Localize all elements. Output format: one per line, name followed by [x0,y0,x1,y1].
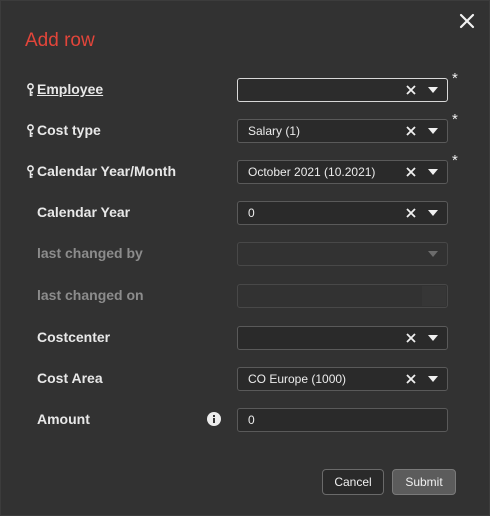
clear-x-icon[interactable] [405,373,417,385]
calendar-year-month-value: October 2021 (10.2021) [248,165,376,179]
cost-area-row: Cost Area CO Europe (1000) [1,367,489,391]
key-icon [27,165,34,178]
amount-value: 0 [248,413,255,427]
add-row-dialog: Add row Employee * Cost type Salary (1) … [0,0,490,516]
close-icon[interactable] [456,10,478,32]
key-icon [27,83,34,96]
amount-label: Amount [37,411,90,427]
chevron-down-icon[interactable] [428,376,438,382]
costcenter-label: Costcenter [37,329,111,345]
clear-x-icon[interactable] [405,84,417,96]
amount-input[interactable]: 0 [237,408,448,432]
cost-area-label: Cost Area [37,370,103,386]
calendar-year-row: Calendar Year 0 [1,201,489,225]
costcenter-select[interactable] [237,326,448,350]
cancel-button[interactable]: Cancel [322,469,384,495]
cost-type-select[interactable]: Salary (1) [237,119,448,143]
cost-type-row: Cost type Salary (1) * [1,111,489,143]
date-picker-button [422,286,446,306]
last-changed-by-label: last changed by [37,245,143,261]
clear-x-icon[interactable] [405,207,417,219]
calendar-year-month-select[interactable]: October 2021 (10.2021) [237,160,448,184]
clear-x-icon[interactable] [405,166,417,178]
chevron-down-icon [428,251,438,257]
info-icon[interactable] [207,412,221,426]
calendar-year-select[interactable]: 0 [237,201,448,225]
dialog-title: Add row [25,30,95,51]
cost-area-value: CO Europe (1000) [248,372,347,386]
chevron-down-icon[interactable] [428,128,438,134]
clear-x-icon[interactable] [405,125,417,137]
submit-button[interactable]: Submit [392,469,456,495]
key-icon [27,124,34,137]
calendar-year-value: 0 [248,206,255,220]
cost-area-select[interactable]: CO Europe (1000) [237,367,448,391]
required-marker: * [452,70,458,87]
amount-row: Amount 0 [1,408,489,432]
chevron-down-icon[interactable] [428,87,438,93]
last-changed-on-row: last changed on [1,284,489,308]
chevron-down-icon[interactable] [428,210,438,216]
cost-type-value: Salary (1) [248,124,301,138]
required-marker: * [452,111,458,128]
calendar-year-month-row: Calendar Year/Month October 2021 (10.202… [1,152,489,184]
calendar-year-month-label: Calendar Year/Month [37,163,177,179]
last-changed-by-select [237,242,448,266]
employee-select[interactable] [237,78,448,102]
chevron-down-icon[interactable] [428,169,438,175]
costcenter-row: Costcenter [1,326,489,350]
clear-x-icon[interactable] [405,332,417,344]
required-marker: * [452,152,458,169]
last-changed-by-row: last changed by [1,242,489,266]
chevron-down-icon[interactable] [428,335,438,341]
cost-type-label: Cost type [37,122,101,138]
last-changed-on-input [237,284,448,308]
employee-label: Employee [37,81,104,97]
employee-row: Employee * [1,70,489,102]
last-changed-on-label: last changed on [37,287,144,303]
calendar-year-label: Calendar Year [37,204,131,220]
